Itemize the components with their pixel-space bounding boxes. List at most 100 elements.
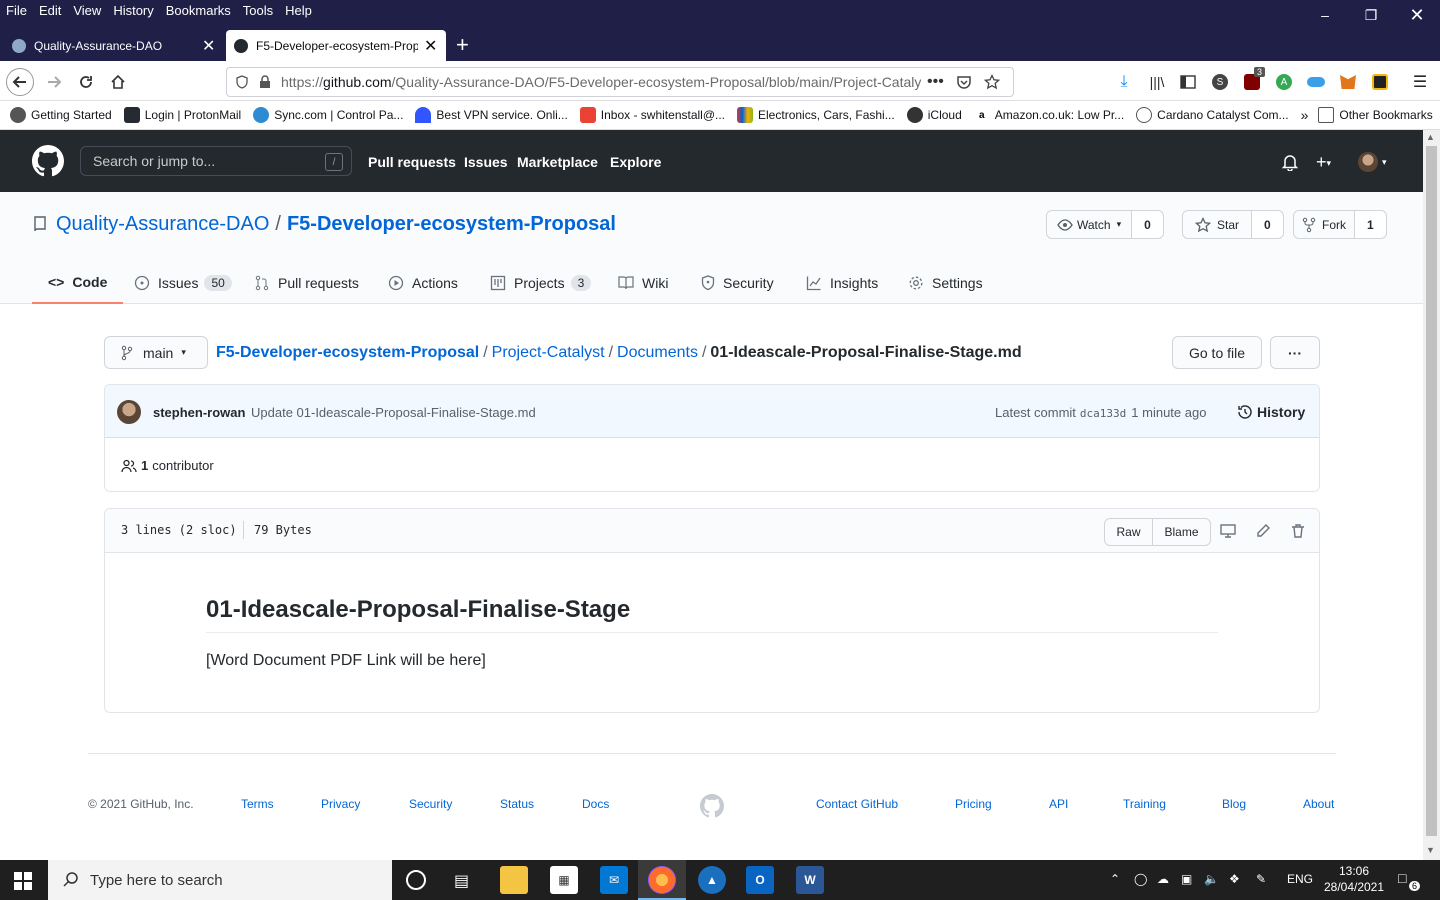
footer-link-contact[interactable]: Contact GitHub — [816, 797, 898, 811]
bell-icon[interactable] — [1282, 153, 1298, 171]
network-icon[interactable]: ▣ — [1181, 872, 1192, 886]
pencil-icon[interactable] — [1255, 523, 1271, 539]
menu-bookmarks[interactable]: Bookmarks — [160, 3, 237, 18]
task-view-icon[interactable]: ▤ — [454, 871, 469, 891]
metamask-icon[interactable] — [1337, 71, 1359, 93]
breadcrumb-folder-link[interactable]: Documents — [617, 344, 698, 361]
extension-a-icon[interactable]: A — [1273, 71, 1295, 93]
scroll-down-icon[interactable]: ▼ — [1426, 845, 1435, 855]
bookmark-item[interactable]: Electronics, Cars, Fashi... — [737, 107, 895, 123]
tab-wiki[interactable]: Wiki — [618, 262, 668, 304]
page-actions-icon[interactable]: ••• — [927, 73, 944, 91]
volume-icon[interactable]: 🔈 — [1204, 872, 1219, 886]
bookmark-item[interactable]: Login | ProtonMail — [123, 107, 241, 123]
other-bookmarks[interactable]: Other Bookmarks — [1318, 107, 1433, 123]
raw-button[interactable]: Raw — [1105, 519, 1153, 545]
footer-link-docs[interactable]: Docs — [582, 797, 609, 811]
contributors-link[interactable]: 1 contributor — [121, 458, 214, 473]
commit-author-link[interactable]: stephen-rowan — [153, 405, 245, 420]
bookmark-item[interactable]: Cardano Catalyst Com... — [1136, 107, 1289, 123]
scrollbar-thumb[interactable] — [1426, 146, 1437, 836]
mail-icon[interactable]: ✉ — [600, 866, 628, 894]
tray-overflow-icon[interactable]: ⌃ — [1110, 872, 1120, 886]
user-menu-avatar[interactable]: ▾ — [1358, 152, 1387, 172]
clock[interactable]: 13:06 28/04/2021 — [1322, 864, 1386, 894]
bookmark-item[interactable]: a Amazon.co.uk: Low Pr... — [973, 107, 1124, 123]
tab-security[interactable]: Security — [701, 262, 774, 304]
commit-sha-link[interactable]: dca133d — [1080, 407, 1126, 420]
taskbar-search-input[interactable]: Type here to search — [48, 860, 392, 900]
avatar[interactable] — [117, 400, 141, 424]
fork-count[interactable]: 1 — [1355, 211, 1386, 238]
home-button[interactable] — [104, 68, 132, 96]
star-button[interactable]: Star — [1183, 211, 1253, 238]
go-to-file-button[interactable]: Go to file — [1172, 336, 1262, 369]
close-tab-icon[interactable]: ✕ — [202, 36, 215, 56]
bookmark-star-icon[interactable] — [983, 74, 1000, 90]
close-tab-icon[interactable]: ✕ — [424, 36, 437, 56]
firefox-icon[interactable] — [648, 866, 676, 894]
repo-name-link[interactable]: F5-Developer-ecosystem-Proposal — [287, 213, 616, 236]
commit-message-link[interactable]: Update 01-Ideascale-Proposal-Finalise-St… — [251, 405, 536, 420]
footer-link-blog[interactable]: Blog — [1222, 797, 1246, 811]
pen-icon[interactable]: ✎ — [1256, 872, 1266, 886]
cloud-icon[interactable] — [1305, 71, 1327, 93]
new-tab-button[interactable]: + — [456, 32, 469, 58]
tab-settings[interactable]: Settings — [908, 262, 983, 304]
star-count[interactable]: 0 — [1252, 211, 1283, 238]
nav-explore[interactable]: Explore — [610, 154, 661, 170]
forward-button[interactable] — [40, 68, 68, 96]
windows-start-icon[interactable] — [14, 872, 32, 890]
tab-insights[interactable]: Insights — [806, 262, 878, 304]
store-icon[interactable]: ▦ — [550, 866, 578, 894]
repo-owner-link[interactable]: Quality-Assurance-DAO — [56, 213, 269, 236]
trash-icon[interactable] — [1290, 523, 1306, 539]
menu-view[interactable]: View — [67, 3, 107, 18]
tab-projects[interactable]: Projects 3 — [490, 262, 592, 304]
bookmark-item[interactable]: Best VPN service. Onli... — [415, 107, 568, 123]
github-logo-icon[interactable] — [32, 145, 64, 177]
menu-edit[interactable]: Edit — [33, 3, 67, 18]
language-indicator[interactable]: ENG — [1287, 872, 1313, 886]
footer-link-about[interactable]: About — [1303, 797, 1334, 811]
footer-link-security[interactable]: Security — [409, 797, 452, 811]
word-icon[interactable]: W — [796, 866, 824, 894]
menu-file[interactable]: File — [0, 3, 33, 18]
github-footer-logo-icon[interactable] — [700, 794, 724, 818]
fork-button[interactable]: Fork — [1294, 211, 1355, 238]
watch-button[interactable]: Watch ▾ — [1047, 211, 1133, 238]
vpn-app-icon[interactable]: ▲ — [698, 866, 726, 894]
tab-actions[interactable]: Actions — [388, 262, 458, 304]
bookmark-item[interactable]: Inbox - swhitenstall@... — [579, 107, 725, 123]
library-icon[interactable]: |||\ — [1146, 71, 1168, 93]
bookmark-item[interactable]: iCloud — [906, 107, 962, 123]
bookmarks-overflow-icon[interactable]: » — [1301, 107, 1309, 123]
github-search-input[interactable]: Search or jump to... / — [80, 146, 352, 176]
downloads-icon[interactable]: ⤓ — [1113, 71, 1135, 93]
onedrive-icon[interactable]: ☁ — [1157, 872, 1169, 886]
nav-pull-requests[interactable]: Pull requests — [368, 154, 456, 170]
outlook-icon[interactable]: O — [746, 866, 774, 894]
create-new-plus-icon[interactable]: +▾ — [1316, 152, 1331, 173]
breadcrumb-repo-link[interactable]: F5-Developer-ecosystem-Proposal — [216, 344, 479, 361]
footer-link-status[interactable]: Status — [500, 797, 534, 811]
lock-icon[interactable] — [259, 75, 271, 89]
browser-tab-active[interactable]: F5-Developer-ecosystem-Proposal ✕ — [226, 30, 446, 61]
scroll-up-icon[interactable]: ▲ — [1426, 132, 1435, 142]
footer-link-training[interactable]: Training — [1123, 797, 1166, 811]
footer-link-api[interactable]: API — [1049, 797, 1068, 811]
cortana-icon[interactable] — [406, 870, 426, 890]
breadcrumb-folder-link[interactable]: Project-Catalyst — [492, 344, 605, 361]
pocket-icon[interactable] — [956, 74, 972, 90]
back-button[interactable] — [6, 68, 34, 96]
reload-button[interactable] — [72, 68, 100, 96]
sidebar-icon[interactable] — [1177, 71, 1199, 93]
bookmark-item[interactable]: Getting Started — [10, 107, 112, 123]
hamburger-menu-icon[interactable]: ☰ — [1409, 71, 1431, 93]
footer-link-privacy[interactable]: Privacy — [321, 797, 360, 811]
menu-history[interactable]: History — [107, 3, 159, 18]
nav-issues[interactable]: Issues — [464, 154, 508, 170]
watch-count[interactable]: 0 — [1132, 211, 1163, 238]
menu-tools[interactable]: Tools — [237, 3, 279, 18]
extension-key-icon[interactable] — [1369, 71, 1391, 93]
